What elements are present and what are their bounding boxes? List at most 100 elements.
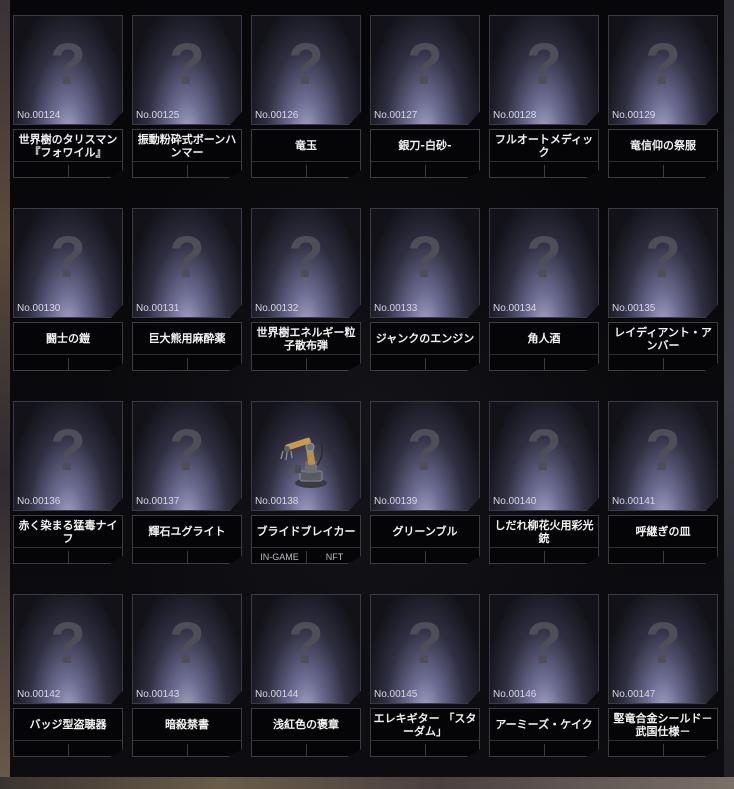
item-thumbnail[interactable]: ? No.00147 bbox=[608, 594, 718, 704]
item-info-panel: 赤く染まる猛毒ナイフ bbox=[13, 515, 123, 564]
item-thumbnail[interactable]: ? No.00141 bbox=[608, 401, 718, 511]
item-counts bbox=[490, 355, 598, 371]
item-card[interactable]: ? No.00131 巨大熊用麻酔薬 bbox=[132, 208, 242, 371]
item-card[interactable]: No.00138 ブライドブレイカー IN-GAME 1 NFT 0 bbox=[251, 401, 361, 564]
item-thumbnail[interactable]: ? No.00129 bbox=[608, 15, 718, 125]
item-card[interactable]: ? No.00133 ジャンクのエンジン bbox=[370, 208, 480, 371]
item-info-panel: 呼継ぎの皿 bbox=[608, 515, 718, 564]
item-counts bbox=[371, 162, 479, 178]
item-thumbnail[interactable]: ? No.00130 bbox=[13, 208, 123, 318]
item-thumbnail[interactable]: ? No.00146 bbox=[489, 594, 599, 704]
item-card[interactable]: ? No.00129 竜信仰の祭服 bbox=[608, 15, 718, 178]
item-number: No.00145 bbox=[374, 689, 418, 700]
item-thumbnail[interactable]: ? No.00136 bbox=[13, 401, 123, 511]
item-counts bbox=[609, 162, 717, 178]
item-thumbnail[interactable]: ? No.00134 bbox=[489, 208, 599, 318]
item-card[interactable]: ? No.00136 赤く染まる猛毒ナイフ bbox=[13, 401, 123, 564]
item-number: No.00138 bbox=[255, 496, 299, 507]
item-card[interactable]: ? No.00127 銀刀-白砂- bbox=[370, 15, 480, 178]
item-thumbnail[interactable]: ? No.00124 bbox=[13, 15, 123, 125]
item-name: 巨大熊用麻酔薬 bbox=[133, 323, 241, 355]
item-counts bbox=[133, 741, 241, 757]
item-name: 赤く染まる猛毒ナイフ bbox=[14, 516, 122, 548]
item-card[interactable]: ? No.00145 エレキギター 「スターダム」 bbox=[370, 594, 480, 757]
item-name: ブライドブレイカー bbox=[252, 516, 360, 548]
item-number: No.00147 bbox=[612, 689, 656, 700]
item-card[interactable]: ? No.00124 世界樹のタリスマン『フォワイル』 bbox=[13, 15, 123, 178]
item-thumbnail[interactable]: ? No.00132 bbox=[251, 208, 361, 318]
nft-count: NFT 0 bbox=[307, 548, 361, 575]
item-card[interactable]: ? No.00125 振動粉砕式ボーンハンマー bbox=[132, 15, 242, 178]
item-card[interactable]: ? No.00147 堅竜合金シールド－武国仕様－ bbox=[608, 594, 718, 757]
question-mark-icon: ? bbox=[526, 418, 562, 483]
item-thumbnail[interactable]: ? No.00145 bbox=[370, 594, 480, 704]
item-thumbnail[interactable]: ? No.00137 bbox=[132, 401, 242, 511]
item-card[interactable]: ? No.00135 レイディアント・アンバー bbox=[608, 208, 718, 371]
item-number: No.00125 bbox=[136, 110, 180, 121]
item-number: No.00129 bbox=[612, 110, 656, 121]
item-name: 輝石ユグライト bbox=[133, 516, 241, 548]
item-counts bbox=[371, 741, 479, 757]
item-info-panel: グリーンブル bbox=[370, 515, 480, 564]
nft-value: 0 bbox=[331, 563, 338, 575]
item-info-panel: フルオートメディック bbox=[489, 129, 599, 178]
item-thumbnail[interactable]: ? No.00133 bbox=[370, 208, 480, 318]
item-card[interactable]: ? No.00126 竜玉 bbox=[251, 15, 361, 178]
item-thumbnail[interactable]: ? No.00131 bbox=[132, 208, 242, 318]
item-thumbnail[interactable]: ? No.00125 bbox=[132, 15, 242, 125]
item-number: No.00141 bbox=[612, 496, 656, 507]
item-card[interactable]: ? No.00130 闘士の鎧 bbox=[13, 208, 123, 371]
item-name: レイディアント・アンバー bbox=[609, 323, 717, 355]
item-thumbnail[interactable]: ? No.00140 bbox=[489, 401, 599, 511]
item-thumbnail[interactable]: ? No.00143 bbox=[132, 594, 242, 704]
item-thumbnail[interactable]: ? No.00135 bbox=[608, 208, 718, 318]
background-edge-right bbox=[724, 0, 734, 789]
robotic-arm-icon bbox=[273, 425, 339, 491]
item-thumbnail[interactable]: ? No.00128 bbox=[489, 15, 599, 125]
item-name: 角人酒 bbox=[490, 323, 598, 355]
item-thumbnail[interactable]: ? No.00144 bbox=[251, 594, 361, 704]
item-info-panel: エレキギター 「スターダム」 bbox=[370, 708, 480, 757]
item-thumbnail[interactable]: No.00138 bbox=[251, 401, 361, 511]
item-name: アーミーズ・ケイク bbox=[490, 709, 598, 741]
item-card[interactable]: ? No.00132 世界樹エネルギー粒子散布弾 bbox=[251, 208, 361, 371]
item-card[interactable]: ? No.00134 角人酒 bbox=[489, 208, 599, 371]
item-card[interactable]: ? No.00128 フルオートメディック bbox=[489, 15, 599, 178]
question-mark-icon: ? bbox=[407, 611, 443, 676]
item-counts bbox=[371, 355, 479, 371]
item-info-panel: アーミーズ・ケイク bbox=[489, 708, 599, 757]
item-name: エレキギター 「スターダム」 bbox=[371, 709, 479, 741]
item-counts: IN-GAME 1 NFT 0 bbox=[252, 548, 360, 564]
item-card[interactable]: ? No.00142 バッジ型盗聴器 bbox=[13, 594, 123, 757]
item-info-panel: しだれ柳花火用彩光銃 bbox=[489, 515, 599, 564]
count-divider bbox=[544, 165, 545, 178]
item-card[interactable]: ? No.00140 しだれ柳花火用彩光銃 bbox=[489, 401, 599, 564]
question-mark-icon: ? bbox=[526, 32, 562, 97]
item-thumbnail[interactable]: ? No.00126 bbox=[251, 15, 361, 125]
item-counts bbox=[133, 355, 241, 371]
item-card[interactable]: ? No.00139 グリーンブル bbox=[370, 401, 480, 564]
item-number: No.00131 bbox=[136, 303, 180, 314]
item-card[interactable]: ? No.00137 輝石ユグライト bbox=[132, 401, 242, 564]
item-number: No.00124 bbox=[17, 110, 61, 121]
item-card[interactable]: ? No.00144 浅紅色の褒章 bbox=[251, 594, 361, 757]
item-card[interactable]: ? No.00146 アーミーズ・ケイク bbox=[489, 594, 599, 757]
item-name: 銀刀-白砂- bbox=[371, 130, 479, 162]
item-counts bbox=[490, 548, 598, 564]
item-thumbnail[interactable]: ? No.00139 bbox=[370, 401, 480, 511]
item-card[interactable]: ? No.00143 暗殺禁書 bbox=[132, 594, 242, 757]
item-number: No.00135 bbox=[612, 303, 656, 314]
question-mark-icon: ? bbox=[407, 225, 443, 290]
item-thumbnail[interactable]: ? No.00142 bbox=[13, 594, 123, 704]
item-thumbnail[interactable]: ? No.00127 bbox=[370, 15, 480, 125]
item-number: No.00144 bbox=[255, 689, 299, 700]
background-edge-bottom bbox=[0, 777, 734, 789]
question-mark-icon: ? bbox=[407, 418, 443, 483]
item-name: 振動粉砕式ボーンハンマー bbox=[133, 130, 241, 162]
item-name: 浅紅色の褒章 bbox=[252, 709, 360, 741]
item-info-panel: バッジ型盗聴器 bbox=[13, 708, 123, 757]
question-mark-icon: ? bbox=[645, 611, 681, 676]
item-counts bbox=[14, 548, 122, 564]
item-number: No.00140 bbox=[493, 496, 537, 507]
item-card[interactable]: ? No.00141 呼継ぎの皿 bbox=[608, 401, 718, 564]
